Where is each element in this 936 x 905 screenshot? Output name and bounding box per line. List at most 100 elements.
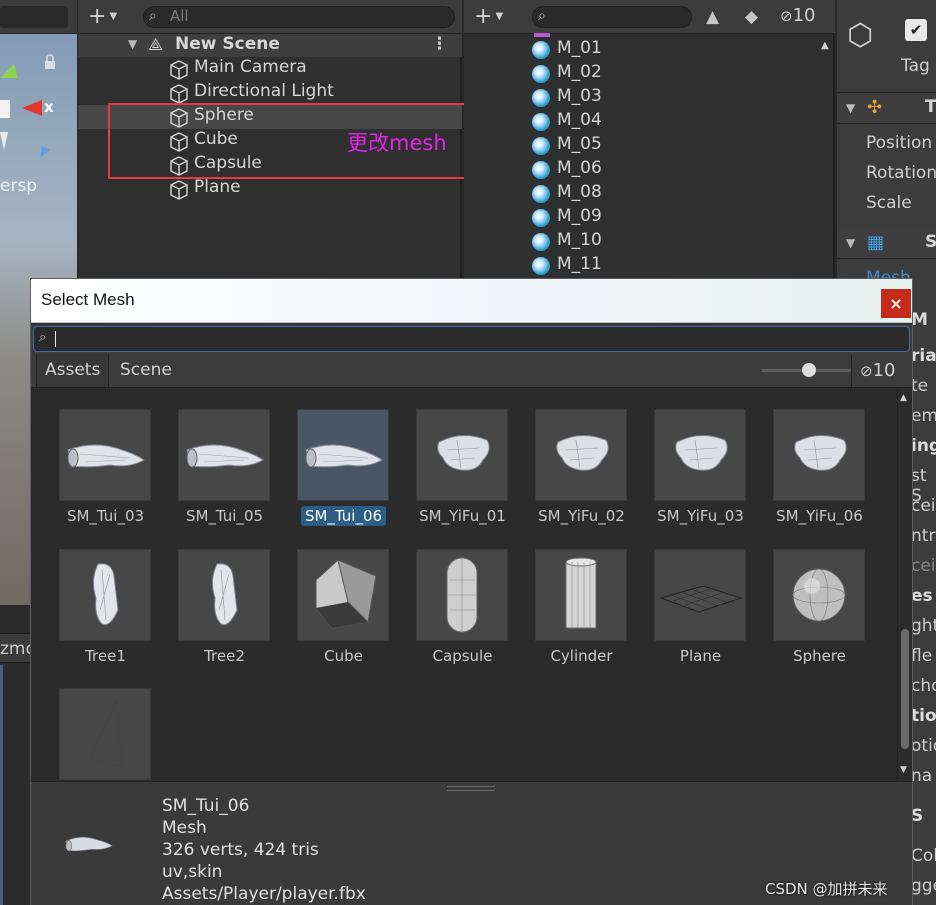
material-item[interactable]: M_09 (528, 206, 808, 230)
mesh-asset-label[interactable]: SM_Tui_06 (284, 506, 403, 526)
material-item[interactable]: M_10 (528, 230, 808, 254)
inspector-field-fragment: cei (911, 556, 936, 576)
mesh-asset-label[interactable]: Tree2 (165, 647, 284, 665)
position-label: Position (866, 133, 933, 153)
scene-gizmo-icon[interactable] (0, 50, 77, 160)
mesh-asset-tile[interactable] (416, 409, 508, 501)
mesh-asset-tile[interactable] (297, 409, 389, 501)
mesh-asset-label[interactable]: SM_YiFu_02 (522, 507, 641, 525)
mesh-asset-label[interactable]: Sphere (760, 647, 879, 665)
material-sphere-icon (532, 65, 550, 83)
mesh-asset-tile[interactable] (654, 409, 746, 501)
mesh-search-input[interactable]: ⌕ (33, 326, 910, 352)
material-sphere-icon (532, 161, 550, 179)
material-item[interactable]: M_11 (528, 254, 808, 278)
mesh-asset-name: SM_Tui_06 (300, 506, 387, 526)
project-create-button[interactable]: + ▼ (474, 5, 518, 29)
asset-grid-scrollbar[interactable]: ▲ ▼ (897, 389, 912, 781)
more-options-icon[interactable]: ⋮ (431, 34, 448, 54)
filter-by-label-icon[interactable]: ◆ (745, 7, 758, 27)
mesh-asset-tile[interactable] (654, 549, 746, 641)
material-item[interactable]: M_02 (528, 62, 808, 86)
gameobject-cube-icon[interactable]: ⬡ (847, 18, 873, 53)
material-item[interactable]: M_04 (528, 110, 808, 134)
mesh-asset-label[interactable]: Capsule (403, 647, 522, 665)
asset-name: SM_Tui_06 (162, 796, 250, 816)
mesh-asset-name: Cylinder (550, 647, 613, 665)
scrollbar-thumb[interactable] (901, 629, 909, 749)
asset-channels: uv,skin (162, 862, 223, 882)
material-item[interactable]: M_01 (528, 38, 808, 62)
hierarchy-item-label: Main Camera (194, 57, 307, 77)
text-caret (55, 331, 56, 347)
mesh-asset-tile[interactable] (297, 549, 389, 641)
scroll-up-icon[interactable]: ▲ (900, 393, 907, 403)
mesh-asset-label[interactable]: Cube (284, 647, 403, 665)
mesh-asset-tile[interactable] (535, 409, 627, 501)
mesh-asset-label[interactable]: Plane (641, 647, 760, 665)
hidden-count: 10 (792, 5, 816, 26)
create-button[interactable]: + ▼ (88, 5, 132, 29)
hierarchy-item[interactable]: Directional Light (78, 81, 462, 105)
mesh-asset-tile[interactable] (59, 688, 151, 780)
hidden-packages-toggle[interactable]: ⊘10 (851, 355, 912, 387)
project-toolbar: + ▼ ⌕ ▲ ◆ ⊘10 (464, 0, 835, 34)
mesh-asset-label[interactable]: Tree1 (46, 647, 165, 665)
material-item[interactable]: M_03 (528, 86, 808, 110)
mesh-asset-tile[interactable] (535, 549, 627, 641)
cylinder-mesh-icon (565, 557, 597, 629)
hierarchy-item[interactable]: Plane (78, 177, 462, 201)
mesh-asset-tile[interactable] (178, 549, 270, 641)
material-sphere-icon (532, 257, 550, 275)
mesh-asset-tile[interactable] (773, 409, 865, 501)
tab-scene[interactable]: Scene (112, 354, 180, 387)
scene-toolbar-field[interactable] (0, 6, 68, 28)
dialog-title-bar[interactable]: Select Mesh × (31, 279, 912, 323)
hierarchy-search-input[interactable]: ⌕ All (143, 6, 455, 28)
active-checkbox[interactable]: ✔ (905, 19, 927, 41)
mesh-asset-label[interactable]: SM_Tui_03 (46, 507, 165, 525)
mesh-filter-component-header[interactable]: ▼ ▦ S (837, 229, 936, 259)
scale-label: Scale (866, 193, 912, 213)
mesh-asset-tile[interactable] (59, 549, 151, 641)
mesh-asset-tile[interactable] (178, 409, 270, 501)
hierarchy-item[interactable]: Main Camera (78, 57, 462, 81)
material-item[interactable]: M_08 (528, 182, 808, 206)
expand-arrow-icon[interactable]: ▼ (128, 37, 137, 51)
mesh-asset-tile[interactable] (416, 549, 508, 641)
close-button[interactable]: × (881, 289, 911, 318)
scroll-up-icon[interactable]: ▲ (821, 40, 829, 51)
gizmo-x-label: x (44, 98, 54, 116)
material-item[interactable]: M_06 (528, 158, 808, 182)
resize-handle[interactable] (447, 786, 495, 791)
quad-mesh-icon (89, 699, 123, 768)
lock-icon[interactable] (42, 54, 58, 70)
filter-by-type-icon[interactable]: ▲ (706, 7, 719, 27)
leg-mesh-icon (305, 444, 383, 468)
material-item[interactable]: M_05 (528, 134, 808, 158)
zoom-slider-thumb[interactable] (802, 363, 816, 377)
mesh-asset-label[interactable]: SM_YiFu_01 (403, 507, 522, 525)
projection-label[interactable]: ersp (0, 176, 37, 196)
mesh-asset-label[interactable]: Cylinder (522, 647, 641, 665)
mesh-asset-name: SM_YiFu_06 (776, 507, 863, 525)
scroll-down-icon[interactable]: ▼ (900, 765, 907, 775)
material-name: M_05 (557, 134, 602, 154)
mesh-asset-tile[interactable] (59, 409, 151, 501)
material-name: M_09 (557, 206, 602, 226)
tab-assets[interactable]: Assets (36, 354, 110, 387)
capsule-mesh-icon (446, 557, 478, 633)
project-search-input[interactable]: ⌕ (532, 6, 692, 28)
mesh-asset-tile[interactable] (773, 549, 865, 641)
rotation-label: Rotation (866, 163, 936, 183)
mesh-asset-label[interactable]: SM_Tui_05 (165, 507, 284, 525)
mesh-asset-label[interactable]: SM_YiFu_03 (641, 507, 760, 525)
scene-header-row[interactable]: ▼ ⟁ New Scene ⋮ (78, 34, 462, 57)
mesh-asset-label[interactable]: SM_YiFu_06 (760, 507, 879, 525)
search-icon: ⌕ (538, 8, 546, 24)
asset-details-panel: SM_Tui_06 Mesh 326 verts, 424 tris uv,sk… (31, 781, 912, 905)
plane-mesh-icon (659, 585, 743, 613)
hidden-packages-toggle[interactable]: ⊘10 (780, 5, 815, 26)
transform-component-header[interactable]: ▼ ✣ T (837, 94, 936, 124)
inspector-field-fragment: ria (911, 346, 936, 366)
